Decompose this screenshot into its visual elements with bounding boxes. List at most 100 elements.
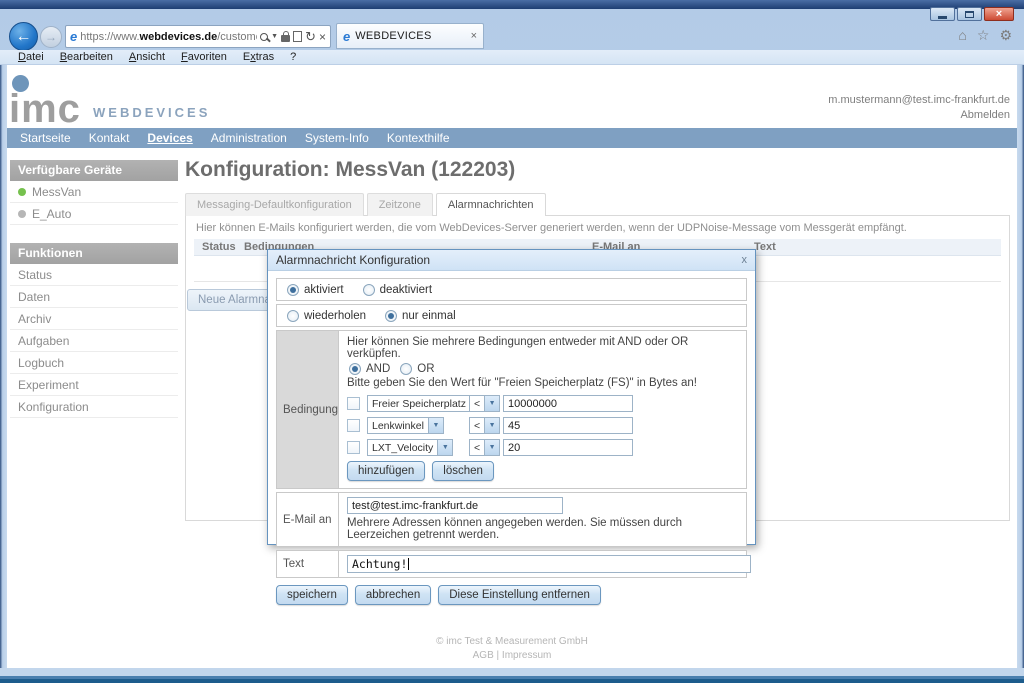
user-box: m.mustermann@test.imc-frankfurt.de Abmel… — [828, 93, 1010, 123]
back-icon: ← — [16, 28, 32, 46]
bedingung-row: Bedingung Hier können Sie mehrere Beding… — [276, 330, 747, 489]
nav-devices[interactable]: Devices — [138, 128, 201, 148]
search-icon[interactable] — [260, 33, 268, 41]
text-field[interactable]: Achtung! — [347, 555, 751, 573]
operator-radios: AND OR — [349, 363, 738, 375]
logout-link[interactable]: Abmelden — [828, 108, 1010, 123]
menu-favoriten[interactable]: Favoriten — [173, 51, 235, 63]
tab-close-icon[interactable]: × — [471, 30, 477, 42]
browser-tab[interactable]: e WEBDEVICES × — [336, 23, 484, 49]
remove-setting-button[interactable]: Diese Einstellung entfernen — [438, 585, 601, 605]
nav-system-info[interactable]: System-Info — [296, 128, 378, 148]
variable-select[interactable]: LXT_Velocity ▼ — [367, 439, 453, 456]
comparator-value: < — [470, 420, 484, 432]
dialog-close-icon[interactable]: x — [742, 254, 748, 266]
condition-value-input[interactable] — [503, 417, 633, 434]
radio-deaktiviert[interactable] — [363, 284, 375, 296]
maximize-button[interactable] — [957, 7, 982, 21]
condition-row: LXT_Velocity ▼ < ▼ — [347, 439, 738, 456]
menu-datei[interactable]: Datei — [10, 51, 52, 63]
sidebar-item-konfiguration[interactable]: Konfiguration — [10, 396, 178, 418]
agb-link[interactable]: AGB — [473, 650, 494, 661]
condition-checkbox[interactable] — [347, 397, 360, 410]
sidebar-gap — [10, 225, 178, 243]
sidebar-item-aufgaben[interactable]: Aufgaben — [10, 330, 178, 352]
home-icon[interactable]: ⌂ — [958, 28, 966, 42]
back-button[interactable]: ← — [9, 22, 38, 51]
menu-bearbeiten[interactable]: Bearbeiten — [52, 51, 121, 63]
comparator-select[interactable]: < ▼ — [469, 439, 500, 456]
radio-and[interactable] — [349, 363, 361, 375]
sidebar-item-daten[interactable]: Daten — [10, 286, 178, 308]
window-top-edge — [0, 0, 1024, 9]
delete-condition-button[interactable]: löschen — [432, 461, 494, 481]
chevron-down-icon[interactable]: ▼ — [484, 396, 499, 411]
menu-extras[interactable]: Extras — [235, 51, 282, 63]
add-condition-button[interactable]: hinzufügen — [347, 461, 425, 481]
config-tabs: Messaging-Defaultkonfiguration Zeitzone … — [185, 193, 1010, 216]
dialog-buttons: speichern abbrechen Diese Einstellung en… — [276, 585, 747, 605]
condition-value-input[interactable] — [503, 439, 633, 456]
minimize-button[interactable] — [930, 7, 955, 21]
save-button[interactable]: speichern — [276, 585, 348, 605]
radio-aktiviert[interactable] — [287, 284, 299, 296]
chevron-down-icon[interactable]: ▼ — [484, 418, 499, 433]
email-field[interactable] — [347, 497, 563, 514]
window-left-edge — [0, 65, 7, 668]
close-button[interactable]: × — [984, 7, 1014, 21]
url-text[interactable]: https://www.webdevices.de/customer/d — [80, 31, 257, 43]
chevron-down-icon[interactable]: ▼ — [484, 440, 499, 455]
cancel-button[interactable]: abbrechen — [355, 585, 431, 605]
chevron-down-icon[interactable]: ▼ — [437, 440, 452, 455]
sidebar-item-status[interactable]: Status — [10, 264, 178, 286]
radio-wiederholen[interactable] — [287, 310, 299, 322]
condition-checkbox[interactable] — [347, 441, 360, 454]
tab-zeitzone[interactable]: Zeitzone — [367, 193, 433, 216]
condition-buttons: hinzufügen löschen — [347, 461, 738, 481]
nav-administration[interactable]: Administration — [202, 128, 296, 148]
email-label: E-Mail an — [277, 493, 339, 546]
tab-alarmnachrichten[interactable]: Alarmnachrichten — [436, 193, 546, 216]
condition-checkbox[interactable] — [347, 419, 360, 432]
impressum-link[interactable]: Impressum — [502, 650, 551, 661]
condition-value-input[interactable] — [503, 395, 633, 412]
dialog-titlebar[interactable]: Alarmnachricht Konfiguration x — [268, 250, 755, 271]
user-email: m.mustermann@test.imc-frankfurt.de — [828, 93, 1010, 108]
chevron-down-icon[interactable]: ▼ — [271, 33, 278, 40]
ie-icon: e — [343, 30, 350, 43]
variable-value: Lenkwinkel — [368, 420, 428, 432]
footer-separator: | — [497, 650, 500, 661]
copyright-text: © imc Test & Measurement GmbH — [7, 635, 1017, 649]
nav-kontakt[interactable]: Kontakt — [80, 128, 139, 148]
comparator-select[interactable]: < ▼ — [469, 395, 500, 412]
nav-startseite[interactable]: Startseite — [11, 128, 80, 148]
condition-row: Freier Speicherplatz ▼ < ▼ — [347, 395, 738, 412]
compatibility-view-icon[interactable] — [293, 31, 302, 42]
close-icon: × — [996, 9, 1002, 20]
sidebar-item-experiment[interactable]: Experiment — [10, 374, 178, 396]
stop-icon[interactable]: × — [319, 30, 326, 44]
menu-ansicht[interactable]: Ansicht — [121, 51, 173, 63]
forward-button[interactable]: → — [40, 26, 62, 48]
favorites-star-icon[interactable]: ☆ — [977, 28, 990, 42]
nav-kontexthilfe[interactable]: Kontexthilfe — [378, 128, 459, 148]
sidebar-device-messvan[interactable]: MessVan — [10, 181, 178, 203]
radio-or[interactable] — [400, 363, 412, 375]
radio-nur-einmal[interactable] — [385, 310, 397, 322]
browser-toolbar: ← → e https://www.webdevices.de/customer… — [0, 22, 1024, 50]
sidebar-device-eauto[interactable]: E_Auto — [10, 203, 178, 225]
sidebar: Verfügbare Geräte MessVan E_Auto Funktio… — [10, 160, 178, 418]
address-bar[interactable]: e https://www.webdevices.de/customer/d ▼… — [65, 25, 331, 48]
menu-help[interactable]: ? — [282, 51, 304, 63]
activation-row: aktiviert deaktiviert — [276, 278, 747, 301]
sidebar-item-archiv[interactable]: Archiv — [10, 308, 178, 330]
radio-aktiviert-label: aktiviert — [304, 284, 344, 296]
window-bottom-edge — [0, 668, 1024, 683]
chevron-down-icon[interactable]: ▼ — [428, 418, 443, 433]
settings-gear-icon[interactable]: ⚙ — [999, 28, 1012, 42]
refresh-icon[interactable]: ↻ — [305, 29, 316, 45]
comparator-select[interactable]: < ▼ — [469, 417, 500, 434]
sidebar-item-logbuch[interactable]: Logbuch — [10, 352, 178, 374]
variable-select[interactable]: Lenkwinkel ▼ — [367, 417, 444, 434]
tab-messaging-defaultkonfiguration[interactable]: Messaging-Defaultkonfiguration — [185, 193, 364, 216]
